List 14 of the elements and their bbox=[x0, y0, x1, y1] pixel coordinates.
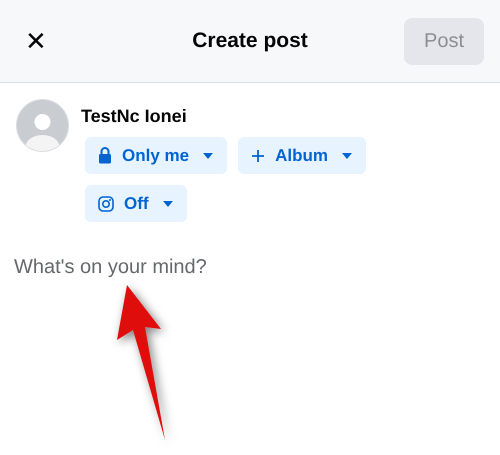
caret-icon bbox=[162, 200, 173, 206]
caret-icon bbox=[203, 152, 214, 158]
window-title: Create post bbox=[192, 29, 308, 52]
close-icon[interactable]: ✕ bbox=[22, 27, 50, 55]
post-input-field[interactable]: What's on your mind? bbox=[8, 250, 480, 322]
audience-chip[interactable]: Only me bbox=[85, 137, 228, 174]
lock-icon bbox=[98, 147, 112, 164]
camera-icon bbox=[98, 196, 114, 212]
caret-icon bbox=[342, 152, 352, 158]
audience-chip[interactable]: Album bbox=[238, 137, 366, 174]
user-name: TestNc Ionei bbox=[81, 106, 187, 127]
avatar bbox=[16, 99, 69, 152]
audience-chip[interactable]: Off bbox=[85, 185, 187, 222]
plus-icon bbox=[251, 148, 266, 162]
